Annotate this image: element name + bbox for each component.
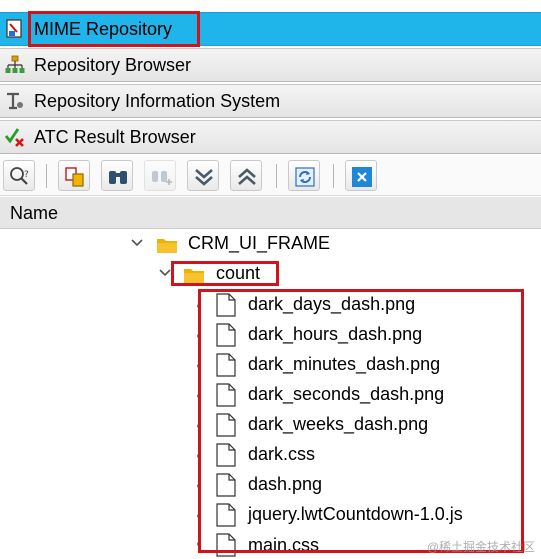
svg-text:?: ?: [24, 170, 29, 180]
chevron-down-icon[interactable]: [158, 266, 172, 280]
nav-item-label: Repository Information System: [34, 91, 281, 111]
folder-icon: [157, 239, 177, 253]
binoculars-next-button[interactable]: [144, 160, 176, 191]
hierarchy-icon: [5, 55, 25, 73]
toolbar-separator: [46, 164, 47, 188]
binoculars-plus-icon: [152, 171, 172, 185]
highlight-count-folder: [171, 261, 279, 286]
mime-repository-icon: [6, 19, 22, 38]
magnifier-help-icon: ?: [10, 167, 29, 185]
close-icon: [352, 167, 372, 187]
highlight-file-list: [198, 289, 524, 553]
copy-icon: [65, 167, 84, 187]
nav-item-label: ATC Result Browser: [34, 127, 196, 147]
nav-item-repository-browser[interactable]: Repository Browser: [0, 48, 541, 82]
toolbar: ?: [0, 156, 541, 196]
find-button[interactable]: ?: [3, 160, 35, 191]
binoculars-button[interactable]: [101, 160, 133, 191]
collapse-all-button[interactable]: [230, 160, 262, 191]
close-button[interactable]: [345, 160, 377, 191]
double-chevron-up-icon: [238, 168, 256, 185]
tree-node-label: CRM_UI_FRAME: [188, 233, 331, 253]
highlight-mime-repository: [28, 11, 200, 47]
toolbar-separator: [276, 164, 277, 188]
check-cross-icon: [5, 128, 24, 147]
refresh-icon: [295, 167, 315, 187]
double-chevron-down-icon: [195, 169, 213, 186]
tools-icon: [7, 92, 23, 110]
nav-item-repository-information-system[interactable]: Repository Information System: [0, 84, 541, 118]
chevron-down-icon[interactable]: [130, 236, 144, 250]
nav-item-atc-result-browser[interactable]: ATC Result Browser: [0, 120, 541, 154]
watermark: @稀土掘金技术社区: [426, 540, 535, 554]
copy-button[interactable]: [58, 160, 90, 191]
nav-item-label: Repository Browser: [34, 55, 192, 75]
tree-node-root-folder[interactable]: CRM_UI_FRAME: [0, 232, 541, 262]
toolbar-separator: [333, 164, 334, 188]
column-header-name[interactable]: Name: [0, 197, 541, 229]
expand-all-button[interactable]: [187, 160, 219, 191]
refresh-button[interactable]: [288, 160, 320, 191]
binoculars-icon: [109, 171, 127, 184]
column-header-label: Name: [10, 203, 59, 223]
